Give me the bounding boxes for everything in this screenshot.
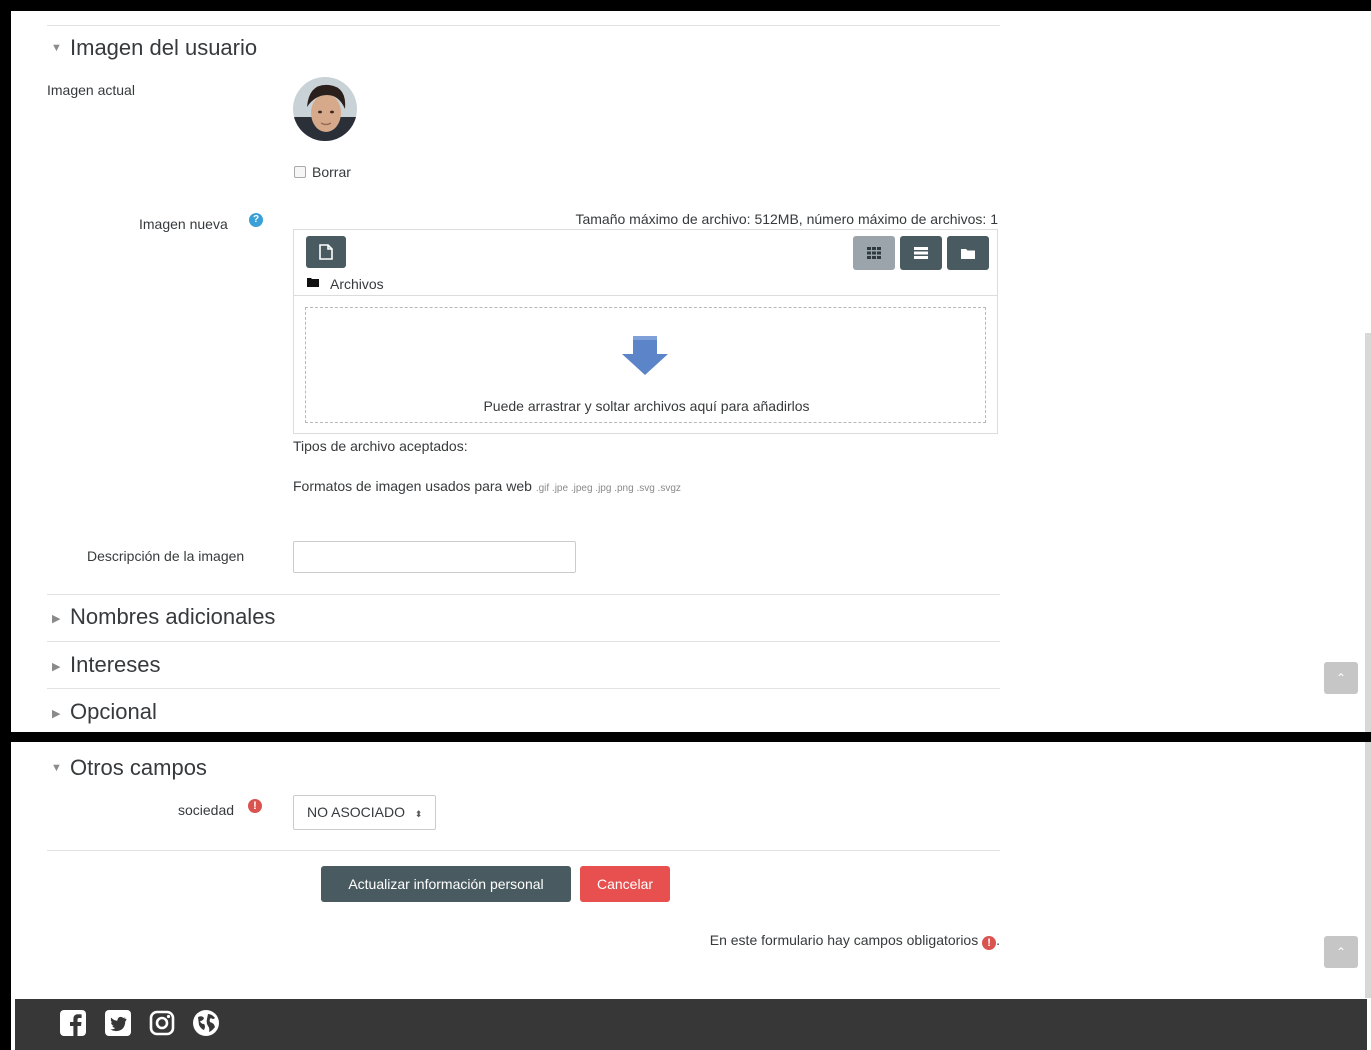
current-image-label: Imagen actual <box>47 82 135 98</box>
cancel-button[interactable]: Cancelar <box>580 866 670 902</box>
twitter-icon[interactable] <box>104 1009 132 1037</box>
list-icon <box>914 247 928 259</box>
society-select-value: NO ASOCIADO <box>307 804 406 820</box>
grid-icon <box>867 247 881 259</box>
chevron-up-icon: ⌃ <box>1335 671 1347 685</box>
caret-right-icon[interactable]: ▶ <box>52 707 60 720</box>
facebook-icon[interactable] <box>59 1009 87 1037</box>
section-title-additional-names[interactable]: Nombres adicionales <box>70 604 275 630</box>
required-note-text: En este formulario hay campos obligatori… <box>709 932 979 948</box>
scroll-to-top-button[interactable]: ⌃ <box>1324 936 1358 968</box>
divider <box>47 25 1000 26</box>
view-icons-button[interactable] <box>853 236 895 270</box>
help-icon[interactable]: ? <box>249 213 263 227</box>
required-icon: ! <box>982 936 997 950</box>
top-panel: ▼ Imagen del usuario Imagen actual Borra… <box>11 11 1371 732</box>
folder-small-icon <box>307 278 319 287</box>
section-title-interests[interactable]: Intereses <box>70 652 161 678</box>
new-image-label: Imagen nueva <box>139 216 228 232</box>
drop-zone[interactable]: Puede arrastrar y soltar archivos aquí p… <box>305 307 986 423</box>
breadcrumb-folder[interactable]: Archivos <box>330 276 384 292</box>
view-tree-button[interactable] <box>947 236 989 270</box>
accepted-types-label: Tipos de archivo aceptados: <box>293 438 468 454</box>
divider <box>47 641 1000 642</box>
image-description-input[interactable] <box>293 541 576 573</box>
formats-label: Formatos de imagen usados para web <box>293 478 532 494</box>
section-title-other-fields[interactable]: Otros campos <box>70 755 207 781</box>
avatar <box>293 77 357 141</box>
required-icon: ! <box>248 799 262 813</box>
section-title-optional[interactable]: Opcional <box>70 699 157 725</box>
file-manager: Archivos Puede arrastrar y soltar archiv… <box>293 229 998 434</box>
select-arrows-icon: ⬍ <box>414 809 423 819</box>
divider <box>47 850 1000 851</box>
society-select[interactable]: NO ASOCIADO ⬍ <box>293 795 436 830</box>
max-size-text: Tamaño máximo de archivo: 512MB, número … <box>575 211 998 227</box>
required-note-end: . <box>996 932 1000 948</box>
image-description-label: Descripción de la imagen <box>87 548 245 564</box>
chevron-up-icon: ⌃ <box>1335 945 1347 959</box>
caret-right-icon[interactable]: ▶ <box>52 612 60 625</box>
required-note: En este formulario hay campos obligatori… <box>710 932 1000 950</box>
bottom-panel: ▼ Otros campos sociedad ! NO ASOCIADO ⬍ … <box>11 742 1371 1050</box>
folder-icon <box>961 249 975 259</box>
view-list-button[interactable] <box>900 236 942 270</box>
update-profile-button[interactable]: Actualizar información personal <box>321 866 571 902</box>
add-file-button[interactable] <box>306 236 346 268</box>
divider <box>294 295 997 296</box>
divider <box>47 594 1000 595</box>
file-icon <box>319 244 333 260</box>
delete-label: Borrar <box>312 164 351 180</box>
caret-right-icon[interactable]: ▶ <box>52 660 60 673</box>
footer <box>15 999 1367 1050</box>
delete-checkbox[interactable] <box>294 166 306 178</box>
globe-icon[interactable] <box>192 1009 220 1037</box>
scrollbar[interactable] <box>1365 333 1371 732</box>
formats-extensions: .gif .jpe .jpeg .jpg .png .svg .svgz <box>535 483 681 494</box>
society-label: sociedad <box>178 802 235 818</box>
drop-text: Puede arrastrar y soltar archivos aquí p… <box>483 398 810 414</box>
section-title-user-image[interactable]: Imagen del usuario <box>70 35 257 61</box>
arrow-down-icon <box>622 336 668 375</box>
scroll-to-top-button[interactable]: ⌃ <box>1324 662 1358 694</box>
caret-down-icon[interactable]: ▼ <box>51 42 62 54</box>
divider <box>47 688 1000 689</box>
formats-row: Formatos de imagen usados para web .gif … <box>293 478 681 494</box>
instagram-icon[interactable] <box>148 1009 176 1037</box>
scrollbar[interactable] <box>1365 742 1371 998</box>
caret-down-icon[interactable]: ▼ <box>51 762 62 774</box>
